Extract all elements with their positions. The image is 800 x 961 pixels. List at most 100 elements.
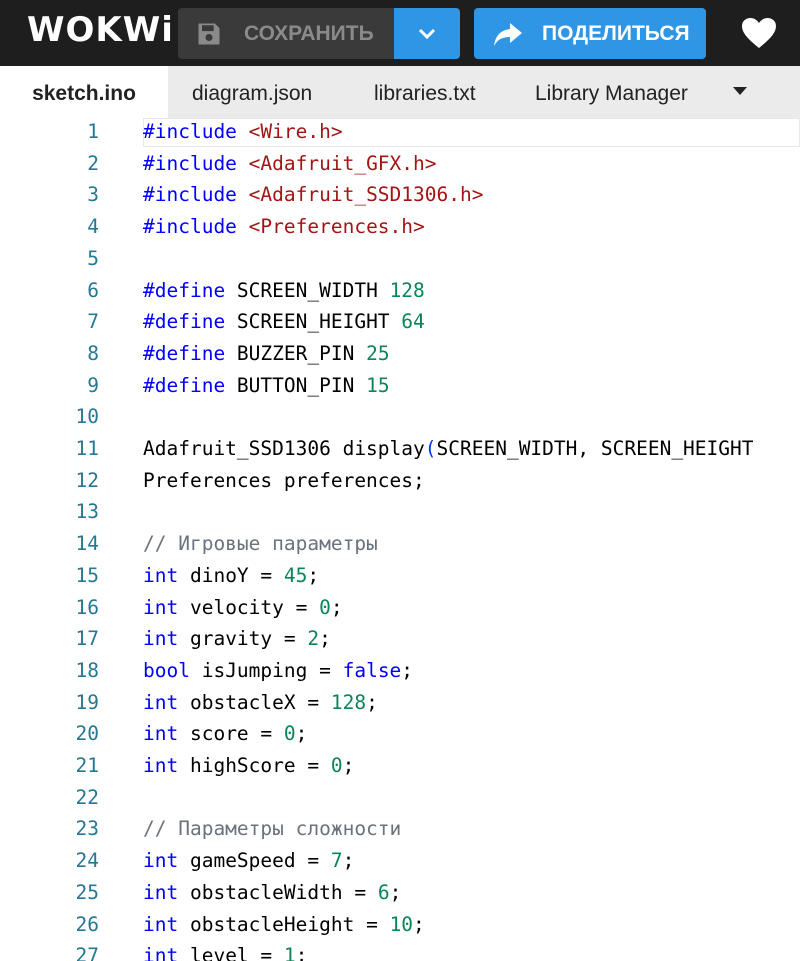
code-line[interactable]: 17 int gravity = 2; bbox=[0, 625, 800, 657]
line-number: 17 bbox=[75, 627, 99, 651]
share-arrow-icon bbox=[494, 23, 522, 46]
code-line[interactable]: 22 bbox=[0, 784, 800, 816]
code-line[interactable]: 27 int level = 1; bbox=[0, 942, 800, 961]
tab-diagram-json[interactable]: diagram.json bbox=[192, 66, 312, 118]
code-editor[interactable]: 1 #include <Wire.h> 2 #include <Adafruit_GF… bbox=[0, 118, 800, 961]
code-text: Adafruit_SSD1306 display(SCREEN_WIDTH, S… bbox=[143, 435, 754, 463]
code-token: #define bbox=[143, 278, 226, 302]
share-button[interactable]: ПОДЕЛИТЬСЯ bbox=[474, 8, 706, 59]
code-line[interactable]: 16 int velocity = 0; bbox=[0, 594, 800, 626]
code-text: // Игровые параметры bbox=[143, 530, 378, 558]
code-token: <Adafruit_GFX.h> bbox=[248, 151, 437, 175]
code-line[interactable]: 25 int obstacleWidth = 6; bbox=[0, 879, 800, 911]
code-token: #include bbox=[143, 151, 237, 175]
code-text: #include <Preferences.h> bbox=[143, 213, 425, 241]
code-token: int bbox=[143, 563, 179, 587]
chevron-down-icon bbox=[418, 28, 436, 40]
code-token: gameSpeed = bbox=[178, 849, 331, 873]
code-token: isJumping = bbox=[189, 658, 343, 682]
line-number: 20 bbox=[75, 722, 99, 746]
code-line[interactable]: 11 Adafruit_SSD1306 display(SCREEN_WIDTH,… bbox=[0, 435, 800, 467]
code-token: gravity = bbox=[178, 627, 308, 651]
code-text: int obstacleWidth = 6; bbox=[143, 879, 401, 907]
code-token: level = bbox=[178, 944, 284, 961]
code-line[interactable]: 2 #include <Adafruit_GFX.h> bbox=[0, 150, 800, 182]
code-token: // Игровые параметры bbox=[143, 532, 378, 556]
wokwi-logo[interactable]: WOKWi bbox=[27, 8, 174, 52]
floppy-disk-icon bbox=[198, 23, 220, 45]
code-token: score = bbox=[178, 722, 284, 746]
tab-sketch-ino[interactable]: sketch.ino bbox=[0, 66, 168, 118]
code-token: #include bbox=[143, 120, 237, 143]
line-number: 16 bbox=[75, 595, 99, 619]
top-toolbar: WOKWi СОХРАНИТЬ ПОДЕЛИТЬСЯ bbox=[0, 0, 800, 66]
code-token: int bbox=[143, 849, 179, 873]
code-token: obstacleHeight = bbox=[178, 912, 390, 936]
code-token: ; bbox=[389, 880, 402, 904]
tabs-menu-caret-icon[interactable] bbox=[732, 86, 748, 96]
code-line[interactable]: 4 #include <Preferences.h> bbox=[0, 213, 800, 245]
code-text: int gameSpeed = 7; bbox=[143, 847, 354, 875]
code-token: ; bbox=[401, 658, 414, 682]
code-line[interactable]: 12 Preferences preferences; bbox=[0, 467, 800, 499]
code-token: int bbox=[143, 880, 179, 904]
code-line[interactable]: 13 bbox=[0, 498, 800, 530]
code-text: bool isJumping = false; bbox=[143, 657, 413, 685]
line-number: 24 bbox=[75, 849, 99, 873]
code-token: ; bbox=[295, 944, 308, 961]
code-token: #include bbox=[143, 183, 237, 207]
code-line[interactable]: 19 int obstacleX = 128; bbox=[0, 689, 800, 721]
tab-library-manager[interactable]: Library Manager bbox=[535, 66, 688, 118]
code-token: SCREEN_WIDTH, SCREEN_HEIGHT bbox=[436, 437, 754, 460]
save-options-dropdown[interactable] bbox=[394, 8, 460, 59]
code-line[interactable]: 20 int score = 0; bbox=[0, 720, 800, 752]
code-line[interactable]: 5 bbox=[0, 245, 800, 277]
code-token: ; bbox=[342, 849, 355, 873]
code-token: highScore = bbox=[178, 754, 331, 777]
code-token: ; bbox=[307, 563, 320, 587]
code-token: velocity = bbox=[178, 595, 320, 619]
code-line[interactable]: 15 int dinoY = 45; bbox=[0, 562, 800, 594]
code-line[interactable]: 10 bbox=[0, 403, 800, 435]
code-line[interactable]: 24 int gameSpeed = 7; bbox=[0, 847, 800, 879]
code-text: #include <Adafruit_SSD1306.h> bbox=[143, 181, 483, 209]
code-token: int bbox=[143, 912, 179, 936]
line-number: 14 bbox=[75, 532, 99, 556]
code-line[interactable]: 23 // Параметры сложности bbox=[0, 815, 800, 847]
code-line[interactable]: 1 #include <Wire.h> bbox=[0, 118, 800, 150]
code-line[interactable]: 18 bool isJumping = false; bbox=[0, 657, 800, 689]
code-line[interactable]: 26 int obstacleHeight = 10; bbox=[0, 911, 800, 943]
code-token: ; bbox=[366, 690, 378, 714]
save-button[interactable]: СОХРАНИТЬ bbox=[178, 8, 394, 59]
code-line[interactable]: 3 #include <Adafruit_SSD1306.h> bbox=[0, 181, 800, 213]
line-number: 5 bbox=[87, 246, 99, 270]
code-token: <Wire.h> bbox=[248, 120, 343, 143]
share-button-label: ПОДЕЛИТЬСЯ bbox=[542, 22, 690, 45]
code-token: int bbox=[143, 595, 179, 619]
code-line[interactable]: 8 #define BUZZER_PIN 25 bbox=[0, 340, 800, 372]
code-line[interactable]: 6 #define SCREEN_WIDTH 128 bbox=[0, 277, 800, 309]
code-token: false bbox=[342, 658, 402, 682]
code-token: 128 bbox=[389, 278, 425, 302]
code-token: 0 bbox=[319, 595, 331, 619]
code-token: #include bbox=[143, 215, 237, 239]
line-number: 4 bbox=[87, 215, 99, 239]
code-token: bool bbox=[143, 658, 190, 682]
code-text: int score = 0; bbox=[143, 720, 307, 748]
code-line[interactable]: 14 // Игровые параметры bbox=[0, 530, 800, 562]
code-text: #define BUTTON_PIN 15 bbox=[143, 372, 390, 400]
line-number: 18 bbox=[75, 658, 99, 682]
code-token: int bbox=[143, 944, 179, 961]
code-text: int level = 1; bbox=[143, 942, 307, 961]
code-line[interactable]: 21 int highScore = 0; bbox=[0, 752, 800, 784]
code-token: 128 bbox=[330, 690, 367, 714]
heart-icon[interactable] bbox=[740, 16, 778, 50]
code-token: int bbox=[143, 722, 179, 746]
code-line[interactable]: 7 #define SCREEN_HEIGHT 64 bbox=[0, 308, 800, 340]
code-token: SCREEN_HEIGHT bbox=[225, 310, 402, 334]
code-token: ; bbox=[413, 912, 425, 936]
tab-libraries-txt[interactable]: libraries.txt bbox=[374, 66, 476, 118]
code-line[interactable]: 9 #define BUTTON_PIN 15 bbox=[0, 372, 800, 404]
line-number: 11 bbox=[75, 437, 99, 460]
line-number: 26 bbox=[75, 912, 99, 936]
